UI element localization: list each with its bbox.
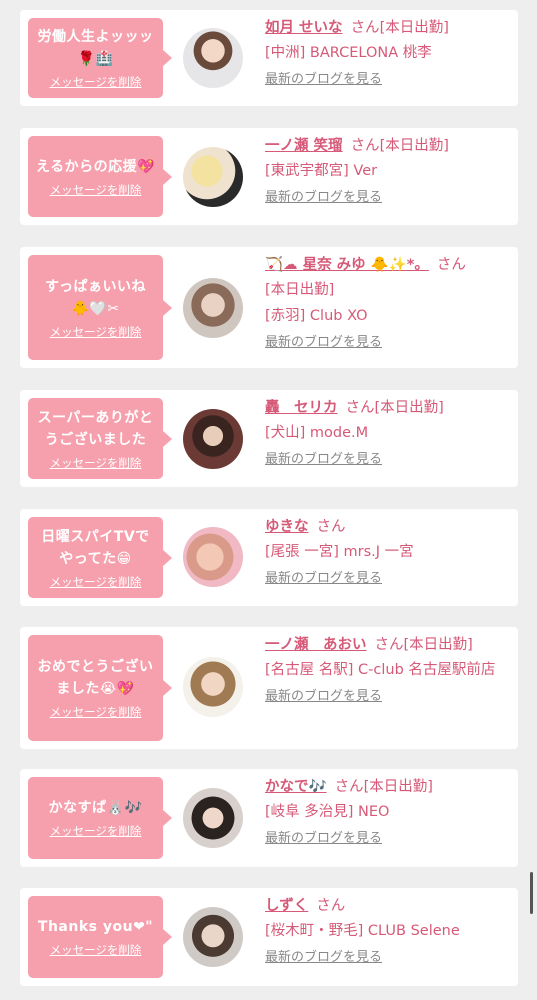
honorific: さん [334,779,364,795]
message-text: 日曜スパイTVでやってた😁 [41,528,150,567]
latest-blog-link[interactable]: 最新のブログを見る [265,186,382,205]
message-text: すっぱぁいいね🐥🤍✂ [45,278,146,317]
message-text: おめでとうございました😭💖 [37,659,154,697]
status-badge: [本日出勤] [265,282,335,298]
status-badge: [本日出勤] [379,20,449,36]
avatar[interactable] [183,147,243,207]
message-bubble: 労働人生よッッッ🌹🏥 メッセージを削除 [28,18,172,98]
message-bubble: おめでとうございました😭💖 メッセージを削除 [28,635,172,741]
cast-name-link[interactable]: 一ノ瀬 あおい [265,637,367,653]
status-badge: [本日出勤] [379,138,449,154]
shop-name: [東武宇都宮] Ver [265,163,378,179]
delete-message-link[interactable]: メッセージを削除 [50,455,142,471]
delete-message-link[interactable]: メッセージを削除 [50,823,142,839]
cast-name-link[interactable]: かなで🎶 [265,779,327,795]
message-card: えるからの応援💖 メッセージを削除 一ノ瀬 笑瑠 さん[本日出勤] [東武宇都宮]… [20,128,518,225]
cast-name-link[interactable]: 🏹☁ 星奈 みゆ 🐥✨*。 [265,257,429,273]
cast-name-link[interactable]: 轟 セリカ [265,400,338,416]
shop-name: [名古屋 名駅] C-club 名古屋駅前店 [265,662,496,678]
latest-blog-link[interactable]: 最新のブログを見る [265,68,382,87]
message-text: えるからの応援💖 [35,158,155,175]
message-bubble: 日曜スパイTVでやってた😁 メッセージを削除 [28,517,172,598]
honorific: さん [350,138,380,154]
latest-blog-link[interactable]: 最新のブログを見る [265,448,382,467]
message-text: 労働人生よッッッ🌹🏥 [37,29,154,67]
shop-name: [犬山] mode.M [265,425,369,441]
honorific: さん [316,898,346,914]
cast-name-link[interactable]: しずく [265,898,308,914]
message-text: Thanks you❤" [37,919,154,935]
avatar[interactable] [183,278,243,338]
shop-name: [中洲] BARCELONA 桃李 [265,45,432,61]
message-card: Thanks you❤" メッセージを削除 しずく さん [桜木町・野毛] CLU… [20,888,518,986]
avatar[interactable] [183,788,243,848]
avatar[interactable] [183,28,243,88]
message-text: かなすぱ🐰🎶 [48,800,143,816]
shop-name: [赤羽] Club XO [265,308,368,324]
shop-name: [尾張 一宮] mrs.J 一宮 [265,544,414,560]
honorific: さん [345,400,375,416]
message-card: 日曜スパイTVでやってた😁 メッセージを削除 ゆきな さん [尾張 一宮] mrs… [20,509,518,606]
message-card: かなすぱ🐰🎶 メッセージを削除 かなで🎶 さん[本日出勤] [岐阜 多治見] NE… [20,769,518,867]
latest-blog-link[interactable]: 最新のブログを見る [265,685,382,704]
latest-blog-link[interactable]: 最新のブログを見る [265,567,382,586]
shop-name: [岐阜 多治見] NEO [265,804,390,820]
delete-message-link[interactable]: メッセージを削除 [50,324,142,340]
message-bubble: かなすぱ🐰🎶 メッセージを削除 [28,777,172,859]
avatar[interactable] [183,657,243,717]
avatar[interactable] [183,907,243,967]
message-bubble: Thanks you❤" メッセージを削除 [28,896,172,978]
delete-message-link[interactable]: メッセージを削除 [50,704,142,720]
delete-message-link[interactable]: メッセージを削除 [50,942,142,958]
status-badge: [本日出勤] [374,400,444,416]
cast-name-link[interactable]: 如月 せいな [265,20,343,36]
cast-name-link[interactable]: ゆきな [265,519,309,535]
latest-blog-link[interactable]: 最新のブログを見る [265,331,382,350]
delete-message-link[interactable]: メッセージを削除 [50,182,142,198]
message-bubble: すっぱぁいいね🐥🤍✂ メッセージを削除 [28,255,172,360]
avatar[interactable] [183,409,243,469]
honorific: さん [316,519,346,535]
scrollbar-thumb[interactable] [530,872,533,914]
status-badge: [本日出勤] [363,779,433,795]
delete-message-link[interactable]: メッセージを削除 [50,574,142,590]
message-card: 労働人生よッッッ🌹🏥 メッセージを削除 如月 せいな さん[本日出勤] [中洲] … [20,10,518,106]
message-bubble: えるからの応援💖 メッセージを削除 [28,136,172,217]
avatar[interactable] [183,527,243,587]
honorific: さん [374,637,404,653]
status-badge: [本日出勤] [403,637,473,653]
honorific: さん [350,20,380,36]
shop-name: [桜木町・野毛] CLUB Selene [265,923,460,939]
delete-message-link[interactable]: メッセージを削除 [50,74,142,90]
message-card: すっぱぁいいね🐥🤍✂ メッセージを削除 🏹☁ 星奈 みゆ 🐥✨*。 さん [本日出… [20,247,518,368]
message-card: スーパーありがとうございました メッセージを削除 轟 セリカ さん[本日出勤] [… [20,390,518,487]
latest-blog-link[interactable]: 最新のブログを見る [265,827,382,846]
message-bubble: スーパーありがとうございました メッセージを削除 [28,398,172,479]
latest-blog-link[interactable]: 最新のブログを見る [265,946,382,965]
message-text: スーパーありがとうございました [37,409,154,448]
message-card: おめでとうございました😭💖 メッセージを削除 一ノ瀬 あおい さん[本日出勤] [… [20,627,518,749]
honorific: さん [436,257,466,273]
cast-name-link[interactable]: 一ノ瀬 笑瑠 [265,138,343,154]
